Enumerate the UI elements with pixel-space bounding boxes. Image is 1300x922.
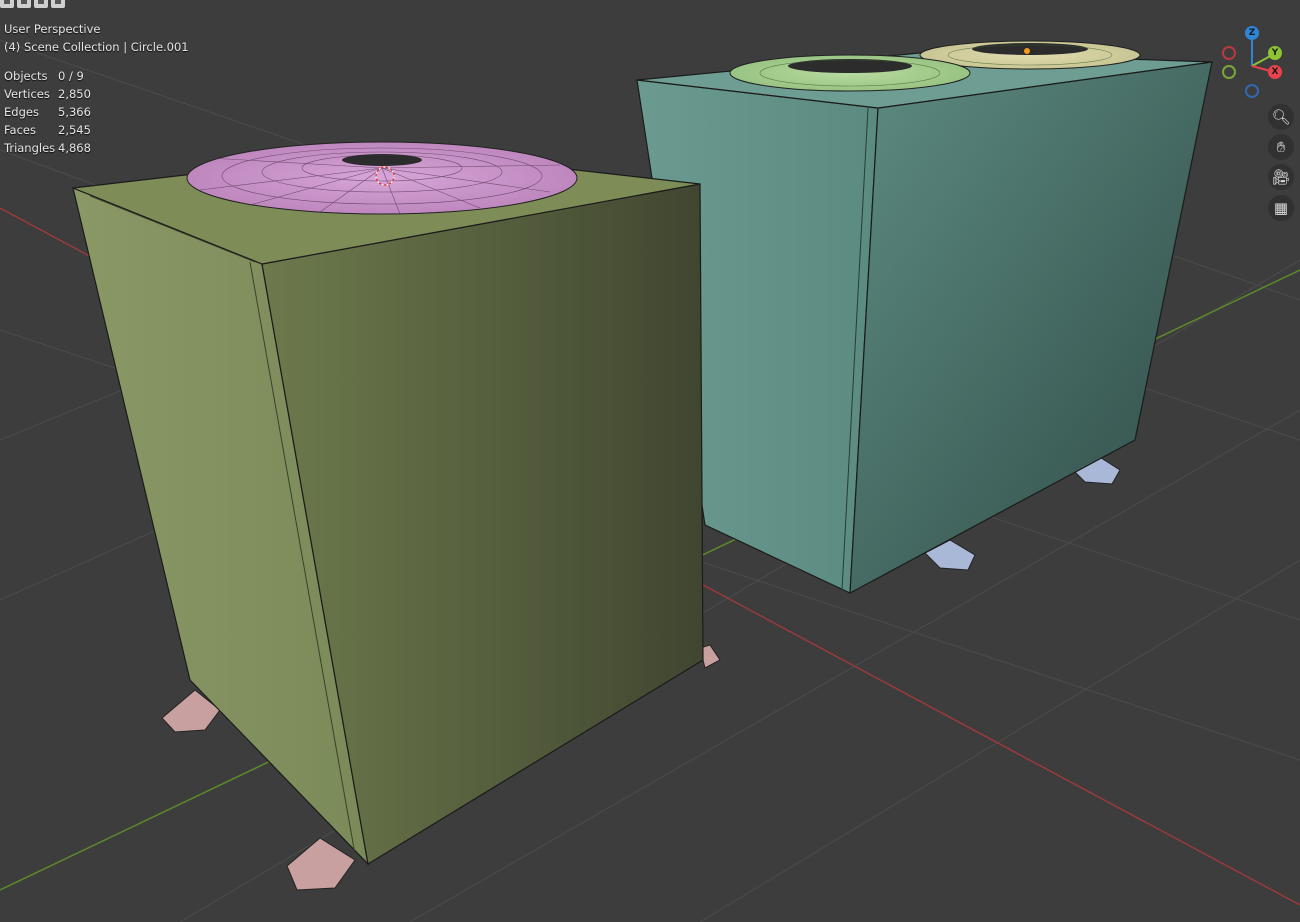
pan-hand-icon[interactable]: ✋︎ bbox=[1268, 134, 1294, 160]
stat-row-edges: Edges 5,366 bbox=[4, 103, 91, 121]
gizmo-z-axis[interactable]: Z bbox=[1245, 26, 1259, 40]
gizmo-neg-y-axis[interactable] bbox=[1222, 65, 1236, 79]
stat-value: 2,850 bbox=[58, 87, 91, 101]
stat-row-triangles: Triangles 4,868 bbox=[4, 139, 91, 157]
stat-value: 5,366 bbox=[58, 105, 91, 119]
header-toolbar bbox=[0, 0, 65, 8]
collection-path: (4) Scene Collection | Circle.001 bbox=[4, 40, 189, 54]
stat-label: Objects bbox=[4, 69, 48, 83]
stat-row-objects: Objects 0 / 9 bbox=[4, 67, 91, 85]
left-unit[interactable] bbox=[72, 141, 721, 891]
stat-value: 2,545 bbox=[58, 123, 91, 137]
stat-value: 4,868 bbox=[58, 141, 91, 155]
scene-statistics: Objects 0 / 9 Vertices 2,850 Edges 5,366… bbox=[4, 67, 91, 157]
left-foot-2 bbox=[286, 837, 356, 891]
gizmo-x-axis[interactable]: X bbox=[1268, 65, 1282, 79]
stat-row-faces: Faces 2,545 bbox=[4, 121, 91, 139]
stat-label: Triangles bbox=[4, 141, 56, 155]
right-box-front bbox=[849, 61, 1213, 595]
stat-value: 0 / 9 bbox=[58, 69, 84, 83]
select-subtract-icon[interactable] bbox=[34, 0, 48, 8]
perspective-grid-icon[interactable]: ▦ bbox=[1268, 195, 1294, 221]
select-box-icon[interactable] bbox=[0, 0, 14, 8]
view-name: User Perspective bbox=[4, 22, 101, 36]
gizmo-y-axis[interactable]: Y bbox=[1268, 46, 1282, 60]
zoom-icon[interactable]: 🔍︎ bbox=[1268, 104, 1294, 130]
stat-row-vertices: Vertices 2,850 bbox=[4, 85, 91, 103]
stat-label: Vertices bbox=[4, 87, 50, 101]
camera-icon[interactable]: 🎥︎ bbox=[1268, 164, 1294, 190]
viewport-info: User Perspective (4) Scene Collection | … bbox=[4, 20, 189, 56]
select-extend-icon[interactable] bbox=[17, 0, 31, 8]
3d-viewport[interactable] bbox=[0, 0, 1300, 922]
gizmo-neg-x-axis[interactable] bbox=[1222, 46, 1236, 60]
select-intersect-icon[interactable] bbox=[51, 0, 65, 8]
gizmo-neg-z-axis[interactable] bbox=[1245, 84, 1259, 98]
left-fan bbox=[186, 141, 578, 215]
stat-label: Edges bbox=[4, 105, 39, 119]
navigation-gizmo[interactable]: Z Y X bbox=[1216, 24, 1292, 104]
stat-label: Faces bbox=[4, 123, 36, 137]
